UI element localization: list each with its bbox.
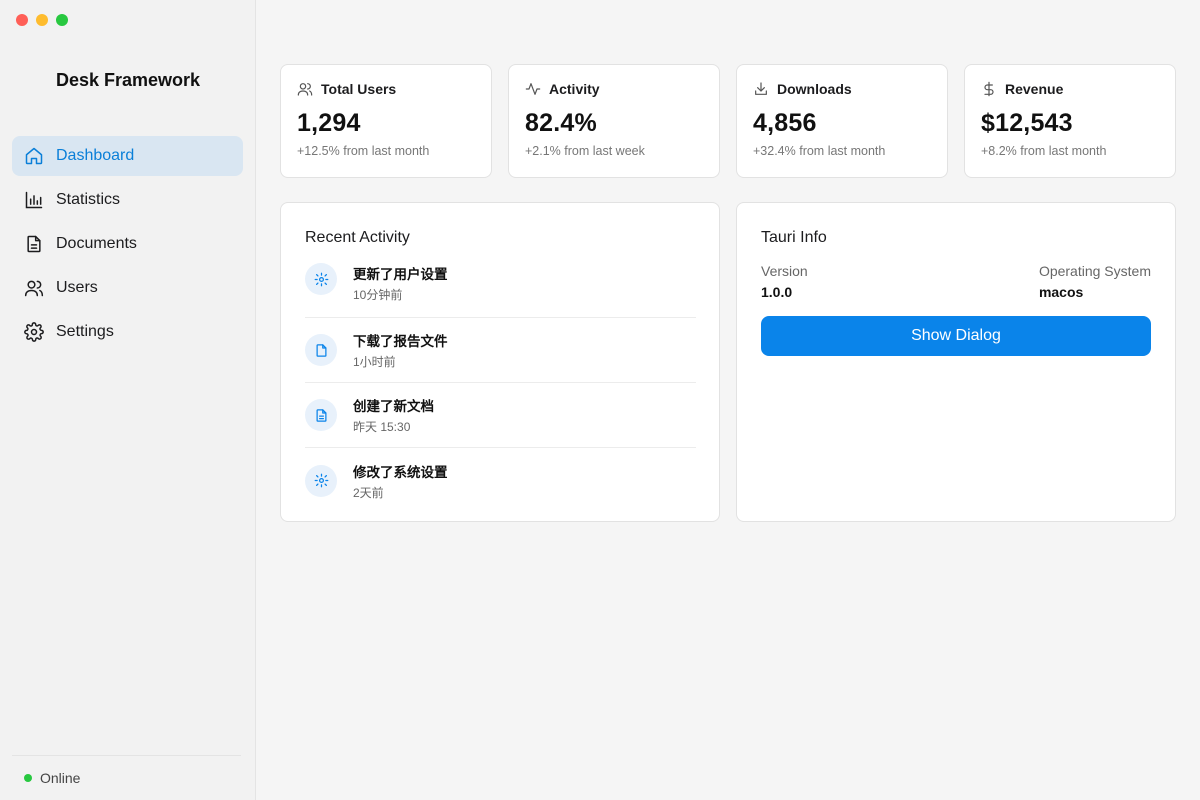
activity-time: 1小时前 <box>353 355 396 369</box>
document-icon <box>24 234 44 254</box>
activity-time: 2天前 <box>353 485 384 500</box>
activity-title: 更新了用户设置 <box>353 267 448 282</box>
activity-title: 下载了报告文件 <box>353 334 448 349</box>
status-label: Online <box>40 770 81 786</box>
stats-row: Total Users 1,294 +12.5% from last month… <box>280 64 1176 178</box>
version-info: Version 1.0.0 <box>761 263 808 300</box>
stat-value: 4,856 <box>753 109 817 137</box>
main-content: Total Users 1,294 +12.5% from last month… <box>256 0 1200 800</box>
stat-value: $12,543 <box>981 109 1073 137</box>
sidebar-item-label: Users <box>56 279 98 296</box>
gear-icon <box>24 322 44 342</box>
close-window-button[interactable] <box>16 14 28 26</box>
stat-title: Total Users <box>321 81 397 97</box>
stat-card-activity: Activity 82.4% +2.1% from last week <box>508 64 720 178</box>
gear-icon <box>305 464 337 497</box>
version-value: 1.0.0 <box>761 284 793 300</box>
tauri-info-panel: Tauri Info Version 1.0.0 Operating Syste… <box>736 202 1176 522</box>
activity-icon <box>525 81 541 97</box>
activity-title: 修改了系统设置 <box>353 464 448 480</box>
sidebar-item-settings[interactable]: Settings <box>12 312 243 352</box>
app-window: Desk Framework Dashboard Statistics Docu… <box>0 0 1200 800</box>
os-label: Operating System <box>1038 263 1151 279</box>
stat-change: +2.1% from last week <box>525 144 645 158</box>
stat-change: +32.4% from last month <box>753 144 886 158</box>
app-title: Desk Framework <box>55 70 201 90</box>
status-dot-icon <box>24 774 32 782</box>
os-value: macos <box>1038 284 1084 300</box>
home-icon <box>24 146 44 166</box>
activity-time: 10分钟前 <box>353 288 403 302</box>
recent-activity-panel: Recent Activity 更新了用户设置 10分钟前 下载了报告文件 1小… <box>280 202 720 522</box>
panel-title: Recent Activity <box>305 229 410 246</box>
list-item[interactable]: 修改了系统设置 2天前 <box>305 448 696 513</box>
bar-chart-icon <box>24 190 44 210</box>
list-item[interactable]: 更新了用户设置 10分钟前 <box>305 263 696 318</box>
download-icon <box>753 81 769 97</box>
users-icon <box>24 278 44 298</box>
list-item[interactable]: 下载了报告文件 1小时前 <box>305 318 696 383</box>
sidebar: Desk Framework Dashboard Statistics Docu… <box>0 0 256 800</box>
sidebar-item-label: Documents <box>56 235 137 252</box>
stat-card-revenue: Revenue $12,543 +8.2% from last month <box>964 64 1176 178</box>
connection-status: Online <box>12 755 241 800</box>
stat-title: Revenue <box>1005 81 1064 97</box>
minimize-window-button[interactable] <box>36 14 48 26</box>
stat-change: +12.5% from last month <box>297 144 430 158</box>
activity-list: 更新了用户设置 10分钟前 下载了报告文件 1小时前 创建了新文档 昨天 15:… <box>305 263 696 513</box>
users-icon <box>297 81 313 97</box>
sidebar-item-documents[interactable]: Documents <box>12 224 243 264</box>
sidebar-nav: Dashboard Statistics Documents Users Set… <box>12 136 243 356</box>
sidebar-item-label: Settings <box>56 323 114 340</box>
stat-title: Activity <box>549 81 600 97</box>
dollar-icon <box>981 81 997 97</box>
activity-title: 创建了新文档 <box>353 399 434 414</box>
sidebar-item-users[interactable]: Users <box>12 268 243 308</box>
file-icon <box>305 334 337 366</box>
sidebar-item-statistics[interactable]: Statistics <box>12 180 243 220</box>
zoom-window-button[interactable] <box>56 14 68 26</box>
info-row: Version 1.0.0 Operating System macos <box>761 263 1151 300</box>
gear-icon <box>305 263 337 295</box>
activity-time: 昨天 15:30 <box>353 420 411 434</box>
stat-value: 1,294 <box>297 109 361 137</box>
version-label: Version <box>761 263 808 279</box>
stat-title: Downloads <box>777 81 852 97</box>
list-item[interactable]: 创建了新文档 昨天 15:30 <box>305 383 696 448</box>
stat-card-downloads: Downloads 4,856 +32.4% from last month <box>736 64 948 178</box>
panel-title: Tauri Info <box>761 229 827 246</box>
show-dialog-button[interactable]: Show Dialog <box>761 316 1151 356</box>
stat-change: +8.2% from last month <box>981 144 1107 158</box>
sidebar-item-label: Statistics <box>56 191 121 208</box>
window-controls <box>16 14 68 26</box>
document-icon <box>305 399 337 431</box>
os-info: Operating System macos <box>1039 263 1151 300</box>
stat-card-total-users: Total Users 1,294 +12.5% from last month <box>280 64 492 178</box>
stat-value: 82.4% <box>525 109 597 137</box>
sidebar-item-label: Dashboard <box>56 147 135 164</box>
sidebar-item-dashboard[interactable]: Dashboard <box>12 136 243 176</box>
